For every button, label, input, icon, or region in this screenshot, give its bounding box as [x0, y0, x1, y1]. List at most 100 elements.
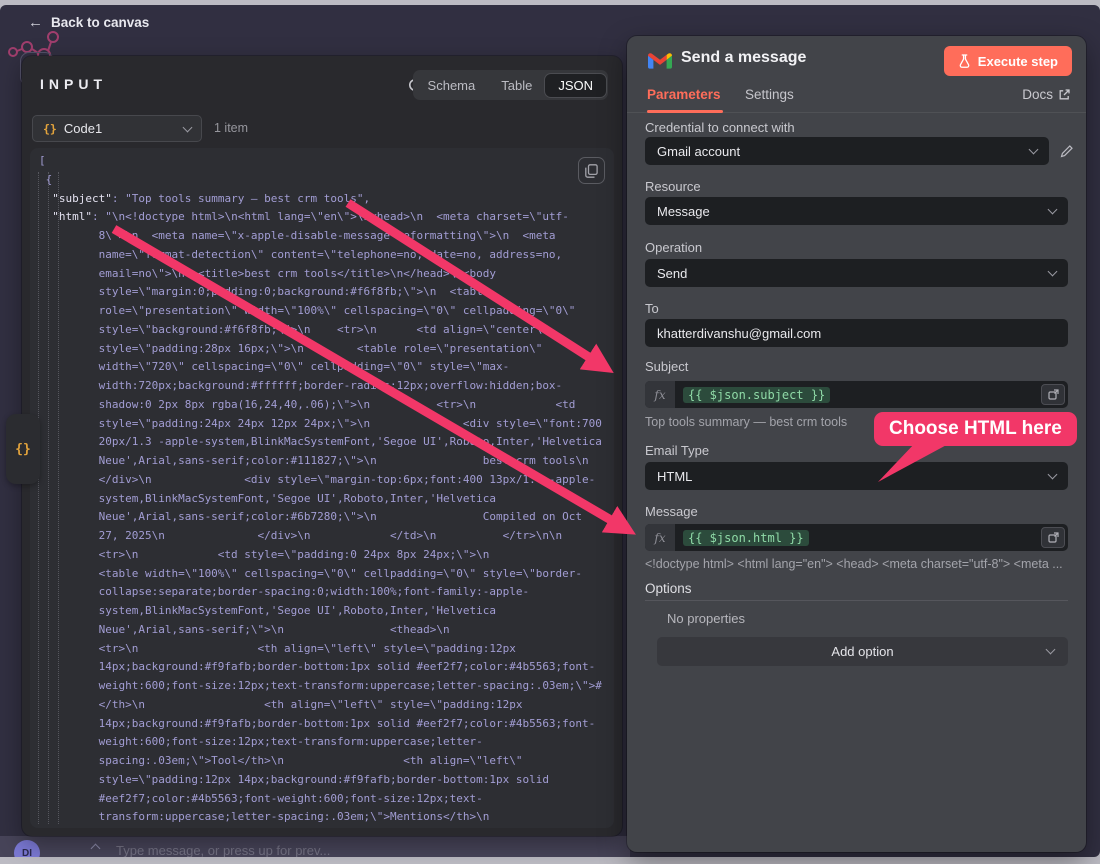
chat-input-placeholder[interactable]: Type message, or press up for prev... — [116, 843, 330, 857]
chevron-down-icon — [1046, 645, 1056, 655]
operation-label: Operation — [645, 240, 702, 255]
chevron-down-icon — [1048, 205, 1058, 215]
edit-credential-icon[interactable] — [1056, 140, 1078, 162]
code-line: role=\"presentation\" width=\"100%\" cel… — [39, 302, 610, 321]
copy-icon[interactable] — [578, 157, 605, 184]
flask-icon — [958, 54, 971, 68]
node-panel-tabs: Parameters Settings Docs — [627, 82, 1086, 113]
assistant-chat-bar: DI Type message, or press up for prev... — [0, 836, 630, 857]
back-to-canvas-button[interactable]: ← Back to canvas — [28, 14, 149, 31]
display-mode-tabs: Schema Table JSON — [413, 70, 608, 100]
code-line: style=\"margin:0;padding:0;background:#f… — [39, 283, 610, 302]
code-node-icon: {} — [43, 122, 57, 136]
code-line: weight:600;font-size:12px;text-transform… — [39, 677, 610, 696]
message-expression: {{ $json.html }} — [683, 530, 809, 546]
external-link-icon — [1059, 89, 1070, 100]
code-line: system,BlinkMacSystemFont,'Segoe UI',Rob… — [39, 490, 610, 509]
message-preview: <!doctype html> <html lang="en"> <head> … — [645, 557, 1068, 571]
email-type-select[interactable]: HTML — [645, 462, 1068, 490]
code-line: "subject": "Top tools summary — best crm… — [39, 190, 610, 209]
code-line: Neue',Arial,sans-serif;color:#6b7280;\">… — [39, 508, 610, 527]
tab-settings[interactable]: Settings — [745, 87, 794, 102]
chevron-down-icon — [1029, 145, 1039, 155]
code-line: 8\">\n <meta name=\"x-apple-disable-mess… — [39, 227, 610, 246]
code-line: <tr>\n <td style=\"padding:0 24px 8px 24… — [39, 546, 610, 565]
code-line: <tr>\n <th align=\"left\" style=\"paddin… — [39, 640, 610, 659]
credential-label: Credential to connect with — [645, 120, 795, 135]
code-line: shadow:0 2px 8px rgba(16,24,40,.06);\">\… — [39, 396, 610, 415]
json-code-lines: [ { "subject": "Top tools summary — best… — [39, 152, 610, 827]
subject-expression: {{ $json.subject }} — [683, 387, 830, 403]
tab-parameters[interactable]: Parameters — [647, 87, 721, 102]
back-label: Back to canvas — [51, 15, 149, 30]
options-label: Options — [645, 581, 692, 596]
input-panel-title: INPUT — [40, 76, 107, 92]
screenshot-frame: ← Back to canvas DI Type message, or pre… — [0, 0, 1100, 864]
parameters-body: Credential to connect with Gmail account… — [627, 113, 1086, 852]
docs-link[interactable]: Docs — [1022, 87, 1070, 102]
code-line: Neue',Arial,sans-serif;color:#111827;\">… — [39, 452, 610, 471]
back-arrow-icon: ← — [28, 14, 43, 31]
code-line: { — [39, 171, 610, 190]
input-panel-drag-handle[interactable]: {} — [6, 414, 40, 484]
code-line: "html": "\n<!doctype html>\n<html lang=\… — [39, 208, 610, 227]
input-source-select[interactable]: {} Code1 — [32, 115, 202, 142]
item-count: 1 item — [214, 121, 248, 135]
code-line: style=\"padding:24px 24px 12px 24px;\">\… — [39, 415, 610, 434]
code-line: 14px;background:#f9fafb;border-bottom:1p… — [39, 658, 610, 677]
code-line: style=\"background:#f6f8fb;\">\n <tr>\n … — [39, 321, 610, 340]
operation-select[interactable]: Send — [645, 259, 1068, 287]
code-line: <table width=\"100%\" cellspacing=\"0\" … — [39, 565, 610, 584]
code-line: transform:uppercase;letter-spacing:.03em… — [39, 808, 610, 827]
code-line: spacing:.03em;\">Tool</th>\n <th align=\… — [39, 752, 610, 771]
tab-table[interactable]: Table — [488, 74, 545, 97]
open-expression-editor-icon[interactable] — [1041, 384, 1065, 405]
tab-schema[interactable]: Schema — [415, 74, 489, 97]
tab-json[interactable]: JSON — [545, 74, 606, 97]
gmail-icon — [648, 51, 672, 69]
fx-icon: fx — [645, 524, 675, 551]
subject-preview: Top tools summary — best crm tools — [645, 415, 1068, 429]
code-line: system,BlinkMacSystemFont,'Segoe UI',Rob… — [39, 602, 610, 621]
code-line: 27, 2025\n </div>\n </td>\n </tr>\n\n — [39, 527, 610, 546]
code-line: weight:600;font-size:12px;text-transform… — [39, 733, 610, 752]
node-title: Send a message — [681, 49, 806, 67]
email-type-label: Email Type — [645, 443, 709, 458]
chevron-down-icon — [1048, 267, 1058, 277]
resource-label: Resource — [645, 179, 701, 194]
resource-select[interactable]: Message — [645, 197, 1068, 225]
code-line: </div>\n <div style=\"margin-top:6px;fon… — [39, 471, 610, 490]
code-line: [ — [39, 152, 610, 171]
subject-label: Subject — [645, 359, 688, 374]
code-line: width:720px;background:#ffffff;border-ra… — [39, 377, 610, 396]
input-source-name: Code1 — [64, 121, 177, 136]
input-panel: INPUT Schema Table JSON {} Code1 1 item … — [22, 56, 622, 836]
code-line: email=no\">\n <title>best crm tools</tit… — [39, 265, 610, 284]
code-line: style=\"padding:12px 14px;background:#f9… — [39, 771, 610, 790]
code-line: collapse:separate;border-spacing:0;width… — [39, 583, 610, 602]
code-line: style=\"padding:28px 16px;\">\n <table r… — [39, 340, 610, 359]
credential-select[interactable]: Gmail account — [645, 137, 1049, 165]
chevron-down-icon — [1048, 470, 1058, 480]
code-line: 14px;background:#f9fafb;border-bottom:1p… — [39, 715, 610, 734]
add-option-button[interactable]: Add option — [657, 637, 1068, 666]
to-input[interactable]: khatterdivanshu@gmail.com — [645, 319, 1068, 347]
chevron-up-icon — [91, 844, 101, 854]
message-label: Message — [645, 504, 698, 519]
to-label: To — [645, 301, 659, 316]
open-expression-editor-icon[interactable] — [1041, 527, 1065, 548]
node-detail-panel: Send a message Execute step Parameters S… — [627, 36, 1086, 852]
json-code-view[interactable]: [ { "subject": "Top tools summary — best… — [30, 148, 614, 828]
code-line: 20px/1.3 -apple-system,BlinkMacSystemFon… — [39, 433, 610, 452]
execute-step-button[interactable]: Execute step — [944, 46, 1072, 76]
code-line: </th>\n <th align=\"left\" style=\"paddi… — [39, 696, 610, 715]
avatar: DI — [14, 840, 40, 857]
options-divider — [645, 600, 1068, 601]
message-expression-field[interactable]: fx {{ $json.html }} — [645, 524, 1068, 551]
code-line: width=\"720\" cellspacing=\"0\" cellpadd… — [39, 358, 610, 377]
fx-icon: fx — [645, 381, 675, 408]
options-empty-text: No properties — [667, 611, 745, 626]
code-line: Neue',Arial,sans-serif;\">\n <thead>\n — [39, 621, 610, 640]
code-line: #eef2f7;color:#4b5563;font-weight:600;fo… — [39, 790, 610, 809]
subject-expression-field[interactable]: fx {{ $json.subject }} — [645, 381, 1068, 408]
